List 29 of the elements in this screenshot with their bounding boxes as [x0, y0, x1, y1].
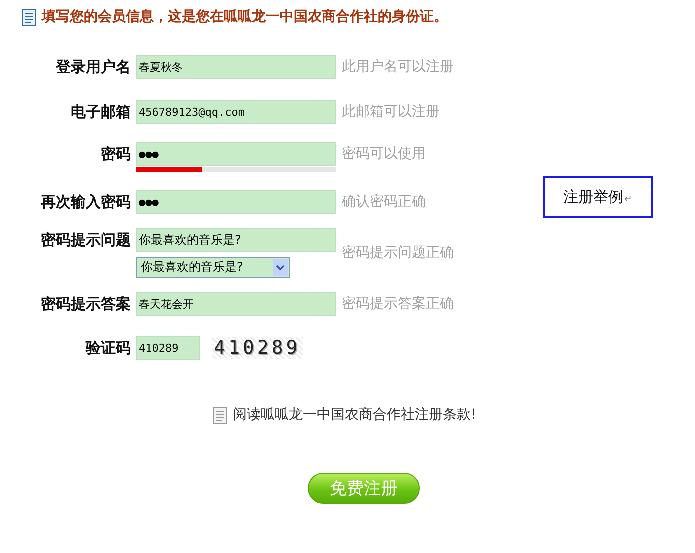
field-hint: 此邮箱可以注册	[342, 103, 440, 122]
password-field[interactable]: ●●●	[136, 142, 336, 166]
field-hint: 密码可以使用	[342, 145, 426, 164]
example-label: 注册举例	[564, 188, 624, 206]
field-label: 电子邮箱	[70, 102, 132, 123]
field-hint: 此用户名可以注册	[342, 58, 454, 77]
input-field[interactable]: 春夏秋冬	[136, 55, 336, 79]
input-field[interactable]: 春天花会开	[136, 292, 336, 316]
form-title: 填写您的会员信息，这是您在呱呱龙一中国农商合作社的身份证。	[42, 8, 448, 26]
field-label: 密码提示问题	[40, 230, 132, 251]
document-icon	[22, 8, 36, 26]
input-field[interactable]: 456789123@qq.com	[136, 100, 336, 124]
field-label: 登录用户名	[54, 57, 132, 78]
field-label: 再次输入密码	[40, 192, 132, 213]
field-label: 密码	[100, 144, 132, 165]
document-icon	[213, 406, 227, 424]
captcha-field[interactable]: 410289	[136, 336, 200, 360]
input-field[interactable]: 你最喜欢的音乐是?	[136, 228, 336, 252]
chevron-down-icon	[276, 264, 285, 270]
field-label: 密码提示答案	[40, 294, 132, 315]
terms-link[interactable]: 阅读呱呱龙一中国农商合作社注册条款!	[233, 406, 477, 424]
field-hint: 密码提示问题正确	[342, 244, 454, 263]
field-hint: 确认密码正确	[342, 193, 426, 212]
return-mark: ↵	[624, 195, 632, 205]
field-hint: 密码提示答案正确	[342, 295, 454, 314]
question-dropdown[interactable]: 你最喜欢的音乐是?	[136, 257, 290, 278]
input-field[interactable]: ●●●	[136, 190, 336, 214]
captcha-code: 410289	[212, 337, 303, 359]
field-label: 验证码	[84, 338, 132, 359]
